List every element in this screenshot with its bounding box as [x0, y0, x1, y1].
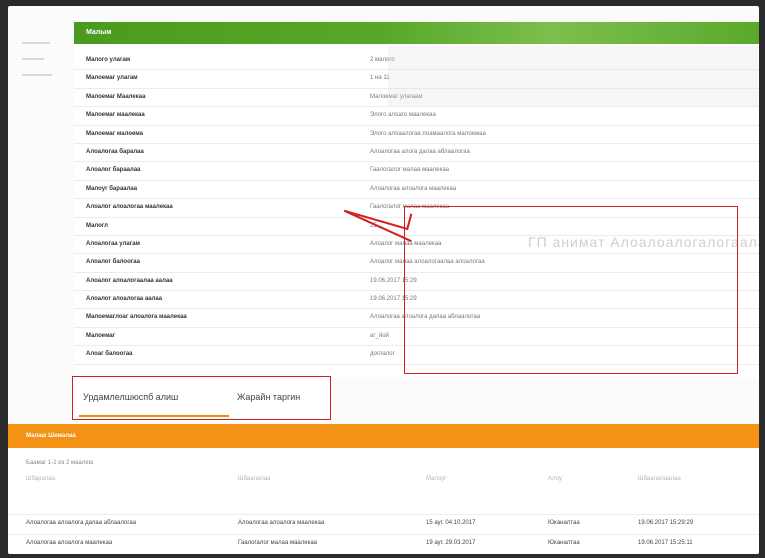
table-cell: Юканалтаа — [548, 540, 580, 546]
left-nav — [22, 28, 62, 76]
row-value: Элого алоаго маалекаа — [370, 112, 436, 119]
table-row[interactable]: Алоалогаа алоалога маалекаа Гаалогалог м… — [8, 534, 759, 553]
row-label: Алоаг балоогаа — [86, 351, 133, 358]
row-label: Малоемаг малоема — [86, 130, 143, 137]
table-cell: Юканалтаа — [548, 520, 580, 526]
row-label: Малоемаг Маалекаа — [86, 93, 146, 100]
row-label: Малоемаг маалекаа — [86, 112, 145, 119]
nav-item[interactable] — [22, 58, 44, 60]
row-label: Алоалог алоалогаа маалекаа — [86, 204, 173, 211]
row-value: 25 — [370, 222, 377, 229]
row-value: аг_йой — [370, 332, 389, 339]
row-label: Малого улагам — [86, 57, 131, 63]
results-count: Баамаг 1-2 из 2 маалеш — [26, 460, 94, 466]
row-label: Малоемаглоаг алоалога маалекаа — [86, 314, 187, 321]
annotation-box — [404, 206, 738, 374]
row-value: Алоалогаа алога далаа аблаалогаа — [370, 148, 470, 155]
table-cell: 15 ауг. 04.10.2017 — [426, 520, 476, 526]
nav-item[interactable] — [22, 74, 52, 76]
row-label: Алоалог алоалогаа аалаа — [86, 296, 163, 303]
row-value: доглалог — [370, 351, 395, 358]
row-value: Гаалогалог малаа маалекаа — [370, 167, 450, 174]
screen: Малым Малого улагам 2 малого Малоемаг ула… — [8, 6, 759, 554]
column-header[interactable]: Шбаралаа — [26, 476, 55, 482]
row-label: Алоалог алоалогаалаа аалаа — [86, 277, 173, 284]
row-label: Алоалогаа улагам — [86, 240, 140, 247]
row-label: Малоуг бараалаа — [86, 185, 138, 192]
table-cell: Гаалогалог малаа маалекаа — [238, 540, 318, 546]
row-label: Малоемаг — [86, 332, 116, 339]
active-tab-indicator — [79, 415, 229, 417]
row-value: Алоалогаа алоалога маалекаа — [370, 185, 457, 192]
row-label: Малогл — [86, 222, 108, 229]
table-cell: 19.06.2017 15:25:11 — [638, 540, 693, 546]
panel-header: Малым — [74, 22, 759, 44]
table-cell: 19.06.2017 15:29:29 — [638, 520, 694, 526]
nav-item[interactable] — [22, 42, 50, 44]
table-cell: 19 ауг. 29.03.2017 — [426, 540, 476, 546]
detail-row: Малоуг бараалаа Алоалогаа алоалога маалек… — [74, 181, 759, 200]
detail-row: Малоемаг малоема Элого алоаалогаа лоамаал… — [74, 126, 759, 144]
background-overlay — [388, 46, 758, 106]
detail-row: Малоемаг маалекаа Элого алоаго маалекаа — [74, 107, 759, 126]
results-panel: Малаш Шемалаа Баамаг 1-2 из 2 маалеш Шба… — [8, 424, 759, 554]
row-label: Алоалог бараалаа — [86, 167, 141, 174]
results-header: Малаш Шемалаа — [8, 424, 759, 448]
table-cell: Алоалогаа алоалога маалекаа — [238, 520, 325, 526]
detail-row: Алоалог бараалаа Гаалогалог малаа маалека… — [74, 162, 759, 181]
row-value: Элого алоаалогаа лоамаалога малоемаа — [370, 130, 486, 137]
row-label: Алоалог балоогаа — [86, 259, 140, 266]
row-label: Алоалогаа баралаа — [86, 148, 144, 155]
tab-1[interactable]: Урдамлелшюспб алиш — [83, 392, 178, 402]
table-row[interactable]: Алоалогаа алоалога далаа аблаалогаа Алоа… — [8, 514, 759, 533]
tab-2[interactable]: Жарайн таргин — [237, 392, 300, 402]
row-label: Малоемаг улагам — [86, 75, 138, 82]
table-cell: Алоалогаа алоалога далаа аблаалогаа — [26, 520, 137, 526]
table-cell: Алоалогаа алоалога маалекаа — [26, 540, 113, 546]
column-header[interactable]: Шбаалалаалаа — [638, 476, 681, 482]
column-header[interactable]: Малоуг — [426, 476, 446, 482]
detail-row: Алоалогаа баралаа Алоалогаа алога далаа а… — [74, 144, 759, 163]
column-header[interactable]: Алоу — [548, 476, 562, 482]
row-value: 1 на 11 — [370, 75, 390, 82]
tabs-annotation-box: Урдамлелшюспб алиш Жарайн таргин — [72, 376, 331, 420]
column-header[interactable]: Шбаалалаа — [238, 476, 270, 482]
